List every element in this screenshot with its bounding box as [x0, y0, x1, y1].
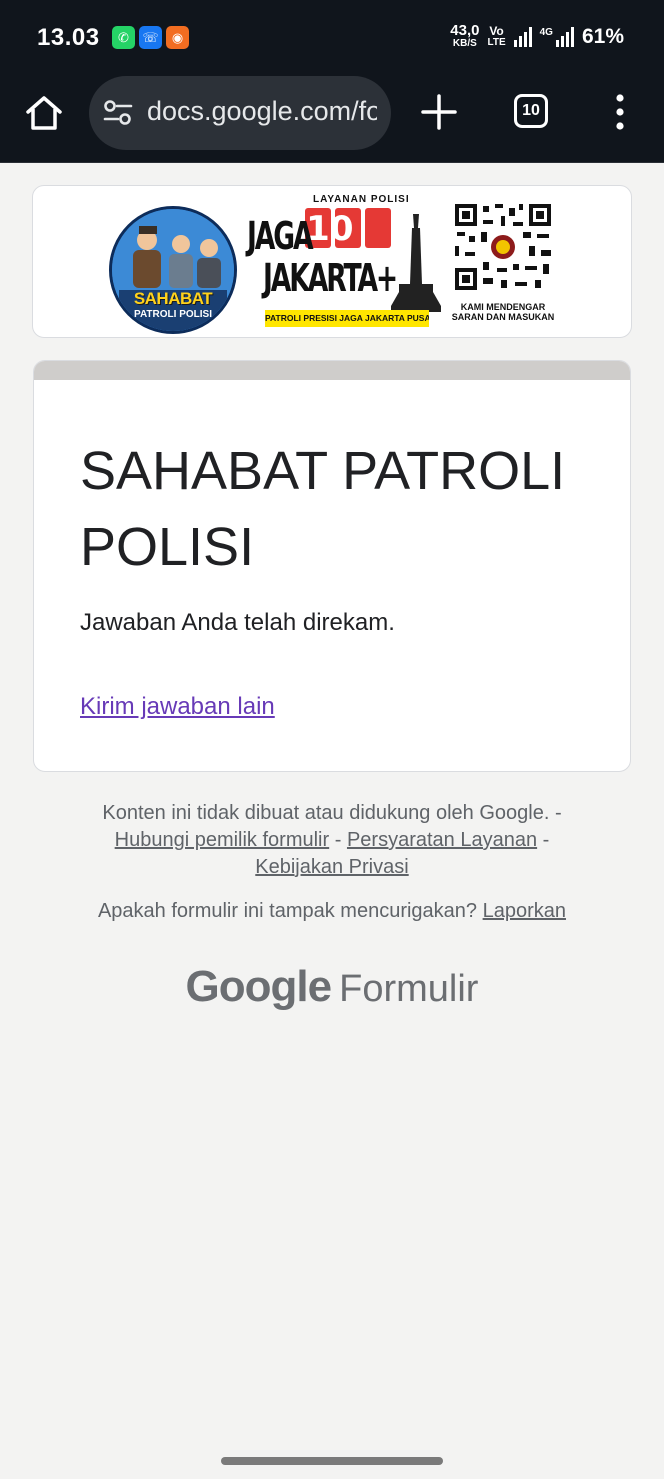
form-header-banner: SAHABAT PATROLI POLISI LAYANAN POLISI 11… [32, 185, 632, 338]
jaga-jakarta-logo: LAYANAN POLISI 110 JAGA JAKARTA+ PATROLI… [243, 192, 443, 332]
sahabat-patroli-logo: SAHABAT PATROLI POLISI [109, 206, 237, 334]
qr-code-icon [453, 202, 553, 292]
battery-level: 61% [581, 24, 624, 48]
4g-signal-icon: 4G [540, 26, 574, 47]
address-bar[interactable]: docs.google.com/fo [89, 76, 391, 150]
form-confirmation-card: SAHABAT PATROLI POLISI Jawaban Anda tela… [33, 360, 631, 772]
browser-toolbar: docs.google.com/fo 10 [0, 76, 664, 163]
whatsapp-icon: ✆ [112, 26, 135, 49]
url-text[interactable]: docs.google.com/fo [147, 96, 377, 127]
report-link[interactable]: Laporkan [483, 900, 566, 922]
notification-icons: ✆ ☏ ◉ [112, 26, 189, 49]
tab-switcher-button[interactable]: 10 [514, 94, 548, 128]
terms-of-service-link[interactable]: Persyaratan Layanan [347, 829, 537, 851]
more-menu-icon[interactable] [608, 92, 632, 132]
monas-monument-icon [391, 214, 441, 312]
volte-indicator: Vo LTE [487, 23, 506, 48]
messenger-icon: ☏ [139, 26, 162, 49]
card-header-stripe [34, 361, 630, 380]
google-forms-logo[interactable]: Google Formulir [0, 962, 664, 1012]
confirmation-message: Jawaban Anda telah direkam. [80, 609, 395, 636]
contact-owner-link[interactable]: Hubungi pemilik formulir [115, 829, 330, 851]
submit-another-response-link[interactable]: Kirim jawaban lain [80, 693, 275, 721]
form-title: SAHABAT PATROLI POLISI [80, 441, 566, 577]
app-icon: ◉ [166, 26, 189, 49]
hotline-110-graphic: 110 [305, 208, 391, 249]
status-bar: 13.03 ✆ ☏ ◉ 43,0 KB/S Vo LTE 4G 61% [0, 0, 664, 76]
status-time: 13.03 [37, 24, 100, 51]
status-indicators: 43,0 KB/S Vo LTE 4G 61% [450, 22, 624, 49]
svg-text:110: 110 [305, 209, 353, 249]
report-abuse-line: Apakah formulir ini tampak mencurigakan?… [97, 900, 567, 922]
home-icon[interactable] [24, 93, 64, 133]
site-settings-icon[interactable] [103, 99, 133, 127]
signal-icon [513, 26, 532, 47]
form-footer-disclaimer: Konten ini tidak dibuat atau didukung ol… [102, 802, 562, 878]
privacy-policy-link[interactable]: Kebijakan Privasi [255, 856, 408, 878]
new-tab-icon[interactable] [420, 93, 458, 131]
network-speed: 43,0 KB/S [450, 22, 480, 49]
gesture-navigation-bar[interactable] [221, 1457, 443, 1465]
